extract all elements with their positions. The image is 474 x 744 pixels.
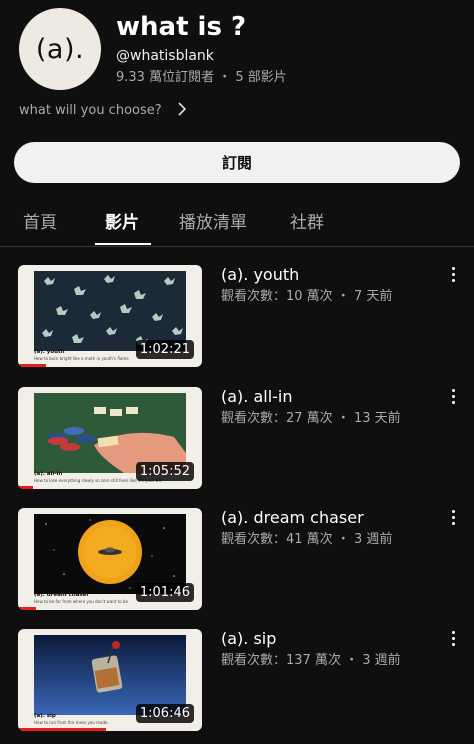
video-thumbnail[interactable]: (a). youth How to burn bright like a mot… bbox=[18, 265, 202, 367]
video-item[interactable]: (a). all-in How to lose everything slowl… bbox=[18, 387, 474, 491]
video-title[interactable]: (a). youth bbox=[221, 265, 299, 284]
thumbnail-caption-title: (a). youth bbox=[34, 349, 65, 355]
tab-home[interactable]: 首頁 bbox=[23, 208, 57, 233]
watch-progress-bar bbox=[18, 364, 46, 367]
more-vert-icon[interactable] bbox=[448, 510, 458, 525]
video-item[interactable]: (a). sip How to run from the mess you ma… bbox=[18, 629, 474, 733]
video-thumbnail[interactable]: (a). dream chaser How to be far from whe… bbox=[18, 508, 202, 610]
channel-handle: @whatisblank bbox=[116, 48, 214, 64]
channel-tabs: 首頁 影片 播放清單 社群 bbox=[0, 200, 474, 247]
thumbnail-art bbox=[34, 393, 186, 473]
channel-avatar[interactable]: (a). bbox=[19, 8, 101, 90]
bio-text: what will you choose? bbox=[19, 102, 162, 118]
active-tab-indicator bbox=[95, 243, 151, 245]
video-item[interactable]: (a). dream chaser How to be far from whe… bbox=[18, 508, 474, 612]
video-item[interactable]: (a). youth How to burn bright like a mot… bbox=[18, 265, 474, 369]
watch-progress-bar bbox=[18, 728, 107, 731]
video-meta: 觀看次數：137 萬次 ・ 3 週前 bbox=[221, 653, 401, 668]
more-vert-icon[interactable] bbox=[448, 389, 458, 404]
video-meta: 觀看次數：27 萬次 ・ 13 天前 bbox=[221, 411, 401, 426]
thumbnail-art bbox=[34, 271, 186, 351]
video-meta: 觀看次數：41 萬次 ・ 3 週前 bbox=[221, 532, 393, 547]
video-title[interactable]: (a). dream chaser bbox=[221, 508, 364, 527]
video-duration: 1:05:52 bbox=[135, 462, 194, 481]
video-title[interactable]: (a). sip bbox=[221, 629, 276, 648]
watch-progress-bar bbox=[18, 486, 33, 489]
thumbnail-caption-title: (a). all-in bbox=[34, 471, 63, 477]
channel-stats: 9.33 萬位訂閱者 ・ 5 部影片 bbox=[116, 70, 287, 85]
channel-header: (a). what is ? @whatisblank 9.33 萬位訂閱者 ・… bbox=[0, 0, 474, 98]
more-vert-icon[interactable] bbox=[448, 267, 458, 282]
thumbnail-caption-title: (a). dream chaser bbox=[34, 592, 90, 598]
thumbnail-caption-subtitle: How to be far from where you don't want … bbox=[34, 599, 128, 604]
thumbnail-art bbox=[34, 514, 186, 594]
avatar-text: (a). bbox=[35, 33, 85, 65]
tab-community[interactable]: 社群 bbox=[290, 208, 324, 233]
video-title[interactable]: (a). all-in bbox=[221, 387, 293, 406]
chevron-right-icon bbox=[178, 102, 186, 118]
video-duration: 1:01:46 bbox=[135, 583, 194, 602]
subscribe-button[interactable]: 訂閱 bbox=[14, 142, 460, 183]
video-meta: 觀看次數：10 萬次 ・ 7 天前 bbox=[221, 289, 393, 304]
video-thumbnail[interactable]: (a). sip How to run from the mess you ma… bbox=[18, 629, 202, 731]
thumbnail-caption-subtitle: How to burn bright like a moth in youth'… bbox=[34, 356, 129, 361]
thumbnail-art bbox=[34, 635, 186, 715]
channel-title: what is ? bbox=[116, 12, 247, 42]
more-vert-icon[interactable] bbox=[448, 631, 458, 646]
thumbnail-caption-title: (a). sip bbox=[34, 713, 56, 719]
video-thumbnail[interactable]: (a). all-in How to lose everything slowl… bbox=[18, 387, 202, 489]
video-duration: 1:06:46 bbox=[135, 704, 194, 723]
watch-progress-bar bbox=[18, 607, 37, 610]
channel-bio-link[interactable]: what will you choose? bbox=[19, 102, 186, 118]
tab-videos[interactable]: 影片 bbox=[105, 208, 139, 233]
video-duration: 1:02:21 bbox=[135, 340, 194, 359]
thumbnail-caption-subtitle: How to run from the mess you made bbox=[34, 720, 108, 725]
tab-playlists[interactable]: 播放清單 bbox=[179, 208, 247, 233]
